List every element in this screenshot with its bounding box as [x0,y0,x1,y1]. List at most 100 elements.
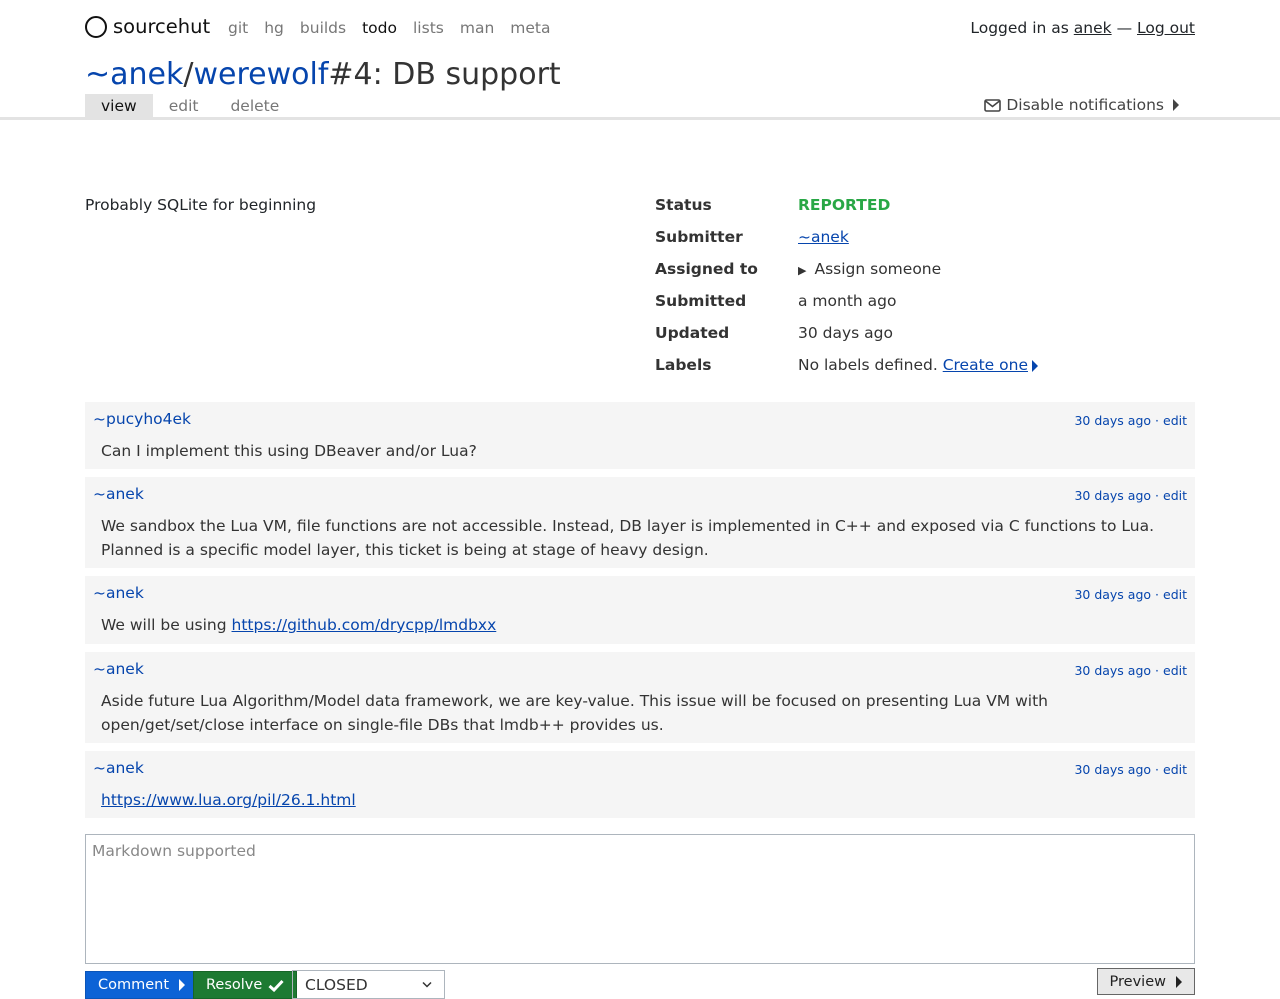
detail-row-submitted: Submitted a month ago [655,292,1038,324]
ticket-title: #4: DB support [328,57,561,92]
tab-view[interactable]: view [85,94,153,118]
preview-button[interactable]: Preview [1096,968,1195,995]
comment-edit-link[interactable]: edit [1163,762,1187,777]
nav-item-todo[interactable]: todo [362,19,397,37]
resolution-value: CLOSED [305,975,368,994]
comment-time[interactable]: 30 days ago [1074,413,1151,428]
submitter-label: Submitter [655,228,743,246]
comment-body: Aside future Lua Algorithm/Model data fr… [101,692,1048,734]
caret-right-icon [1176,975,1182,988]
comment: ~anek 30 days ago · edit https://www.lua… [85,751,1195,818]
comment-body: We sandbox the Lua VM, file functions ar… [101,517,1154,559]
nav-item-lists[interactable]: lists [413,19,444,37]
comment: ~pucyho4ek 30 days ago · edit Can I impl… [85,402,1195,469]
check-icon [268,979,284,992]
comment-time[interactable]: 30 days ago [1074,488,1151,503]
page-title: ~anek/werewolf#4: DB support [85,57,561,93]
comment: ~anek 30 days ago · edit We sandbox the … [85,477,1195,568]
login-status: Logged in as anek — Log out [970,19,1195,37]
comment-author[interactable]: ~anek [93,660,144,678]
resolve-button[interactable]: Resolve [193,971,298,999]
logo-circle-icon [85,15,107,38]
disclosure-triangle-icon: ▶ [798,264,807,277]
comment-author[interactable]: ~pucyho4ek [93,410,191,428]
comment: ~anek 30 days ago · edit Aside future Lu… [85,652,1195,743]
comment-textarea[interactable] [85,834,1195,964]
comment-body: Can I implement this using DBeaver and/o… [101,442,477,460]
comment: ~anek 30 days ago · edit We will be usin… [85,576,1195,644]
comment-link[interactable]: https://github.com/drycpp/lmdbxx [232,616,497,634]
labels-label: Labels [655,356,712,374]
comment-button-label: Comment [98,977,170,993]
assign-someone-label: Assign someone [814,260,942,278]
comment-body: https://www.lua.org/pil/26.1.html [101,788,1185,812]
comment-time[interactable]: 30 days ago [1074,663,1151,678]
nav-item-hg[interactable]: hg [264,19,284,37]
comment-button[interactable]: Comment [85,971,199,999]
envelope-icon [984,98,1002,112]
updated-value: 30 days ago [798,324,893,342]
nav-item-builds[interactable]: builds [300,19,346,37]
meta-separator: · [1155,762,1160,777]
chevron-down-icon [422,981,432,988]
resolve-button-label: Resolve [206,977,263,993]
nav-item-git[interactable]: git [228,19,248,37]
comment-time[interactable]: 30 days ago [1074,587,1151,602]
top-nav: sourcehut git hg builds todo lists man m… [85,0,1195,57]
updated-label: Updated [655,324,730,342]
tab-delete[interactable]: delete [214,94,295,118]
detail-row-labels: Labels No labels defined. Create one [655,356,1038,388]
nav-item-man[interactable]: man [460,19,494,37]
comment-author[interactable]: ~anek [93,759,144,777]
comment-author[interactable]: ~anek [93,485,144,503]
assigned-label: Assigned to [655,260,758,278]
page: sourcehut git hg builds todo lists man m… [85,0,1195,118]
detail-row-updated: Updated 30 days ago [655,324,1038,356]
comment-edit-link[interactable]: edit [1163,587,1187,602]
resolution-select[interactable]: CLOSED [292,970,445,999]
caret-right-icon [1173,99,1179,111]
meta-separator: · [1155,587,1160,602]
comment-link[interactable]: https://www.lua.org/pil/26.1.html [101,791,356,809]
status-badge: REPORTED [798,196,891,214]
comment-edit-link[interactable]: edit [1163,663,1187,678]
preview-button-label: Preview [1109,973,1166,990]
detail-row-status: Status REPORTED [655,196,1038,228]
comment-meta: 30 days ago · edit [1074,488,1187,503]
labels-value: No labels defined. Create one [798,356,1038,388]
login-separator: — [1116,19,1133,37]
owner-link[interactable]: ~anek [85,57,183,92]
detail-row-assigned: Assigned to ▶ Assign someone [655,260,1038,292]
comment-meta: 30 days ago · edit [1074,663,1187,678]
brand-name: sourcehut [113,15,211,38]
meta-separator: · [1155,663,1160,678]
comment-author[interactable]: ~anek [93,584,144,602]
service-nav: git hg builds todo lists man meta [228,19,550,37]
status-label: Status [655,196,712,214]
title-slash: / [183,57,194,92]
detail-row-submitter: Submitter ~anek [655,228,1038,260]
brand-logo[interactable]: sourcehut [85,15,210,38]
comment-edit-link[interactable]: edit [1163,488,1187,503]
caret-right-icon [1031,359,1038,372]
create-label-link[interactable]: Create one [943,356,1028,374]
no-labels-text: No labels defined. [798,356,938,374]
disable-notifications-button[interactable]: Disable notifications [984,96,1179,114]
ticket-details: Status REPORTED Submitter ~anek Assigned… [655,196,1038,388]
comment-edit-link[interactable]: edit [1163,413,1187,428]
submitter-link[interactable]: ~anek [798,228,849,260]
tab-edit[interactable]: edit [153,94,215,118]
disable-notifications-label: Disable notifications [1006,96,1164,114]
comment-meta: 30 days ago · edit [1074,413,1187,428]
logout-link[interactable]: Log out [1137,19,1195,37]
header-divider [0,117,1280,120]
tracker-link[interactable]: werewolf [193,57,328,92]
comment-text: We will be using [101,616,227,634]
assign-someone-toggle[interactable]: ▶ Assign someone [798,260,941,292]
meta-separator: · [1155,488,1160,503]
submitted-label: Submitted [655,292,747,310]
caret-right-icon [179,979,186,991]
nav-item-meta[interactable]: meta [510,19,550,37]
comment-time[interactable]: 30 days ago [1074,762,1151,777]
user-link[interactable]: anek [1074,19,1112,37]
